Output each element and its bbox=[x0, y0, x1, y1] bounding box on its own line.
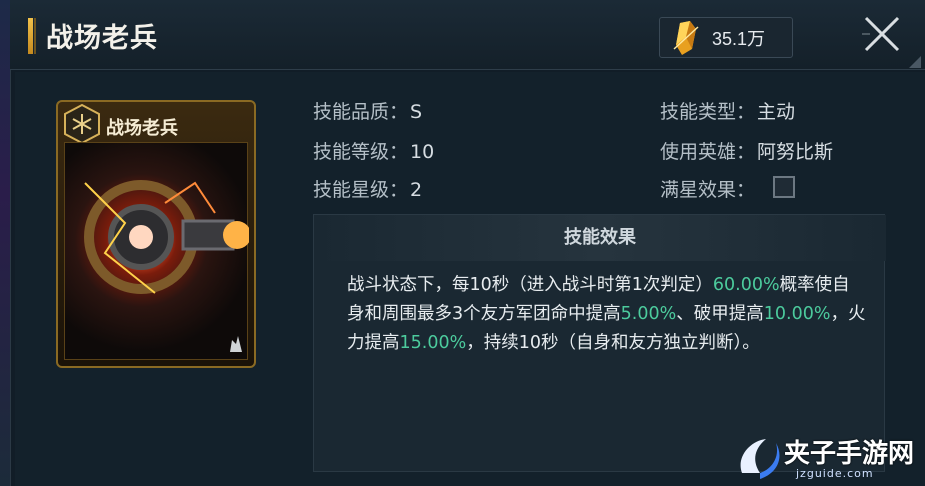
watermark-logo-icon bbox=[740, 439, 780, 479]
skill-effect-description: 战斗状态下，每10秒（进入战斗时第1次判定）60.00%概率使自身和周围最多3个… bbox=[347, 271, 867, 358]
skill-type-label: 技能类型： bbox=[660, 101, 756, 123]
watermark-text: 夹子手游网 bbox=[784, 439, 915, 469]
fullstar-label: 满星效果： bbox=[660, 179, 756, 201]
skill-card: 战场老兵 bbox=[56, 100, 256, 368]
skill-quality-row: 技能品质： S bbox=[313, 97, 422, 124]
hexagon-emblem-icon bbox=[64, 103, 100, 145]
effect-percentage: 60.00% bbox=[712, 275, 780, 295]
skill-level-label: 技能等级： bbox=[313, 141, 409, 163]
skill-star-label: 技能星级： bbox=[313, 179, 409, 201]
effect-percentage: 10.00% bbox=[763, 304, 831, 324]
skill-star-row: 技能星级： 2 bbox=[313, 175, 422, 202]
skill-effect-title: 技能效果 bbox=[314, 215, 886, 261]
hero-row: 使用英雄： 阿努比斯 bbox=[660, 137, 833, 164]
skill-type-row: 技能类型： 主动 bbox=[660, 97, 795, 124]
site-watermark: 夹子手游网 jzguide.com bbox=[728, 427, 925, 486]
hero-value: 阿努比斯 bbox=[757, 141, 834, 163]
title-accent-bar-secondary bbox=[34, 18, 36, 54]
skill-artwork bbox=[64, 142, 251, 360]
skill-level-value: 10 bbox=[410, 141, 435, 163]
effect-text-segment: 、破甲提高 bbox=[676, 304, 764, 324]
effect-text-segment: 战斗状态下，每10秒（进入战斗时第1次判定） bbox=[347, 275, 713, 295]
title-accent-bar bbox=[28, 18, 33, 54]
fullstar-row: 满星效果： bbox=[660, 175, 755, 202]
page-title: 战场老兵 bbox=[46, 23, 158, 54]
close-icon bbox=[861, 16, 899, 52]
skill-type-value: 主动 bbox=[757, 101, 796, 123]
flame-badge-icon bbox=[230, 336, 242, 352]
skill-quality-label: 技能品质： bbox=[313, 101, 409, 123]
gold-crystal-icon bbox=[673, 20, 699, 55]
currency-display: 35.1万 bbox=[659, 17, 793, 58]
skill-level-row: 技能等级： 10 bbox=[313, 137, 434, 164]
skill-quality-value: S bbox=[410, 101, 423, 123]
effect-percentage: 15.00% bbox=[399, 333, 467, 353]
currency-value: 35.1万 bbox=[712, 28, 766, 49]
effect-text-segment: ，持续10秒（自身和友方独立判断）。 bbox=[466, 333, 760, 353]
watermark-subtext: jzguide.com bbox=[796, 467, 874, 480]
skill-star-value: 2 bbox=[410, 179, 423, 201]
effect-percentage: 5.00% bbox=[620, 304, 677, 324]
corner-decoration bbox=[909, 56, 921, 68]
hero-label: 使用英雄： bbox=[660, 141, 756, 163]
fullstar-checkbox[interactable] bbox=[773, 176, 795, 198]
card-name: 战场老兵 bbox=[106, 118, 178, 139]
